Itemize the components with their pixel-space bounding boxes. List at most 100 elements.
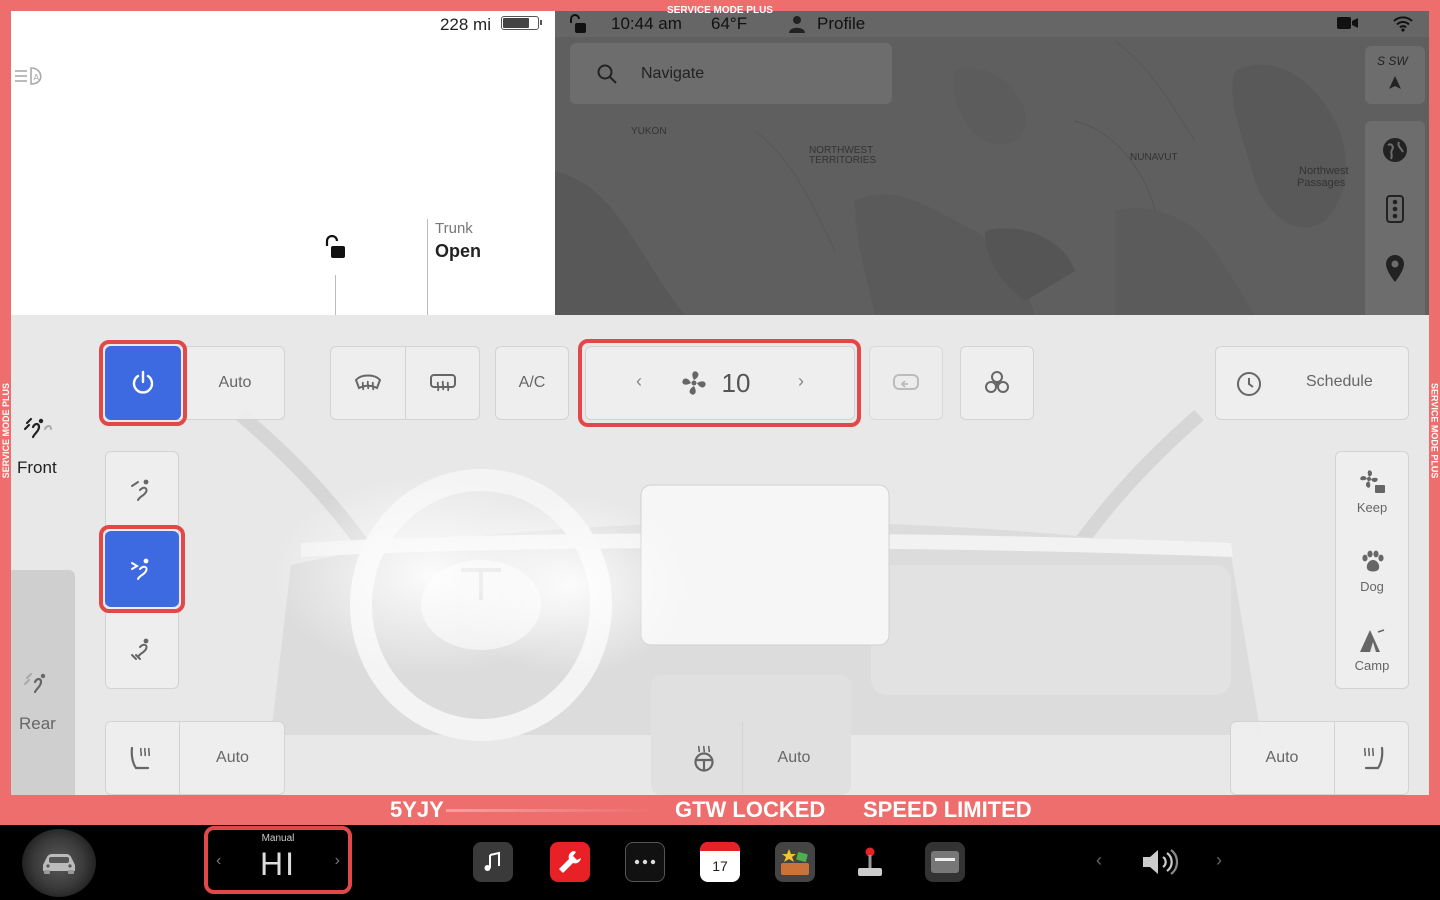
search-icon <box>597 64 617 84</box>
battery-fill <box>503 18 529 28</box>
car-controls-button[interactable] <box>22 829 96 897</box>
steering-heater-button[interactable] <box>668 722 740 794</box>
rear-zone-tab[interactable]: Rear <box>11 570 75 795</box>
compass-heading: S SW <box>1377 54 1408 68</box>
airflow-feet-icon <box>131 638 149 660</box>
keep-mode-button[interactable]: Keep <box>1336 452 1408 530</box>
temperature-increase-button[interactable]: › <box>335 852 340 870</box>
calendar-app-button[interactable]: 17 <box>700 842 740 882</box>
camp-mode-label: Camp <box>1354 657 1390 673</box>
schedule-button[interactable]: Schedule <box>1215 346 1409 420</box>
bioweapon-defense-button[interactable] <box>960 346 1034 420</box>
clock: 10:44 am <box>611 14 682 33</box>
auto-headlight-icon[interactable]: A <box>13 65 47 87</box>
trunk-label: Trunk <box>435 220 473 237</box>
steering-divider <box>742 722 743 794</box>
more-apps-button[interactable] <box>625 842 665 882</box>
front-defrost-button[interactable] <box>331 347 404 419</box>
navigate-placeholder: Navigate <box>641 65 705 82</box>
left-seat-divider <box>179 722 180 794</box>
globe-icon[interactable] <box>1382 137 1408 163</box>
dog-mode-label: Dog <box>1360 578 1384 594</box>
compass-button[interactable]: S SW <box>1365 46 1425 104</box>
map-panel[interactable]: 10:44 am 64°F Profile Navigate YUKON NOR… <box>555 11 1429 315</box>
rear-zone-label: Rear <box>19 714 56 733</box>
joystick-icon <box>858 847 882 876</box>
music-app-button[interactable] <box>473 842 513 882</box>
left-seat-auto-label: Auto <box>216 749 249 766</box>
cabin-temperature-control[interactable]: Manual ‹ HI › <box>204 826 352 894</box>
dog-mode-button[interactable]: Dog <box>1336 532 1408 610</box>
map-label-yukon: YUKON <box>631 126 667 137</box>
pin-icon[interactable] <box>1385 255 1405 283</box>
recirculate-button[interactable] <box>869 346 943 420</box>
steering-auto-button[interactable]: Auto <box>744 722 844 794</box>
calendar-icon <box>700 842 740 851</box>
service-mode-border-left: SERVICE MODE PLUS <box>0 11 11 825</box>
rear-zone-airflow-icon <box>23 672 46 694</box>
trunk-callout-line <box>427 219 428 315</box>
climate-auto-label: Auto <box>218 374 252 391</box>
service-mode-side-label-right: SERVICE MODE PLUS <box>1429 383 1440 479</box>
service-warning-bar: 5YJY GTW LOCKED SPEED LIMITED <box>0 795 1440 825</box>
biohazard-icon <box>985 371 1009 393</box>
airflow-feet-button[interactable] <box>106 611 178 687</box>
music-icon <box>484 851 500 871</box>
rear-defrost-button[interactable] <box>406 347 479 419</box>
keep-fan-icon <box>1360 469 1385 493</box>
volume-up-button[interactable]: › <box>1216 850 1222 871</box>
map-label-northwest-passages: Northwest <box>1299 165 1349 177</box>
schedule-label: Schedule <box>1306 373 1373 390</box>
keep-mode-label: Keep <box>1356 499 1388 515</box>
service-app-button[interactable] <box>550 842 590 882</box>
status-unlock-icon[interactable] <box>567 13 589 35</box>
dashcam-app-button[interactable] <box>925 842 965 882</box>
left-seat-heater-button[interactable] <box>106 722 178 794</box>
trunk-status[interactable]: Open <box>435 241 481 262</box>
arcade-app-button[interactable] <box>850 842 890 882</box>
service-mode-label: SERVICE MODE PLUS <box>667 5 773 16</box>
volume-icon[interactable] <box>1140 847 1180 877</box>
steering-wheel-heat-icon <box>694 745 714 772</box>
right-seat-heater-button[interactable] <box>1336 722 1408 794</box>
paw-icon <box>1362 550 1384 571</box>
traffic-light-icon[interactable] <box>1386 195 1404 223</box>
map-label-passages: Passages <box>1297 177 1346 189</box>
vehicle-id-warning: 5YJY <box>390 797 444 822</box>
calendar-day: 17 <box>712 857 728 874</box>
ac-button[interactable]: A/C <box>495 346 569 420</box>
compass-arrow-icon <box>1389 76 1401 89</box>
volume-down-button[interactable]: ‹ <box>1096 850 1102 871</box>
warning-separator <box>446 809 656 812</box>
svg-text:A: A <box>34 73 40 82</box>
profile-button[interactable]: Profile <box>817 14 865 34</box>
power-button-highlight <box>99 340 187 426</box>
airflow-face-icon <box>131 479 149 501</box>
temperature-value: HI <box>260 846 296 882</box>
front-zone-label[interactable]: Front <box>17 458 57 478</box>
navigate-search-box[interactable]: Navigate <box>570 43 892 104</box>
left-seat-auto-button[interactable]: Auto <box>181 722 284 794</box>
toybox-icon <box>781 849 809 875</box>
map-label-territories: TERRITORIES <box>809 155 877 166</box>
climate-panel: Front Rear Auto A/C ‹ 10 › Schedule Keep… <box>11 315 1429 795</box>
right-seat-auto-button[interactable]: Auto <box>1231 722 1333 794</box>
seat-heater-icon <box>130 746 151 770</box>
profile-icon[interactable] <box>787 14 807 34</box>
more-dots-icon <box>634 859 656 865</box>
right-seat-divider <box>1334 722 1335 794</box>
dashcam-status-icon[interactable] <box>1337 16 1359 30</box>
climate-auto-button[interactable]: Auto <box>185 346 285 420</box>
airflow-face-button[interactable] <box>106 452 178 528</box>
wifi-icon[interactable] <box>1393 14 1413 32</box>
toybox-app-button[interactable] <box>775 842 815 882</box>
camp-mode-button[interactable]: Camp <box>1336 612 1408 688</box>
unlock-icon[interactable] <box>321 235 349 261</box>
recirculate-icon <box>893 374 919 390</box>
front-zone-airflow-icon[interactable] <box>21 415 55 441</box>
car-status-panel[interactable]: 228 mi A Trunk Open <box>11 11 555 315</box>
lock-callout-line <box>335 275 336 315</box>
airflow-highlight <box>99 525 185 613</box>
battery-icon <box>501 16 542 30</box>
front-defrost-icon <box>354 374 381 391</box>
